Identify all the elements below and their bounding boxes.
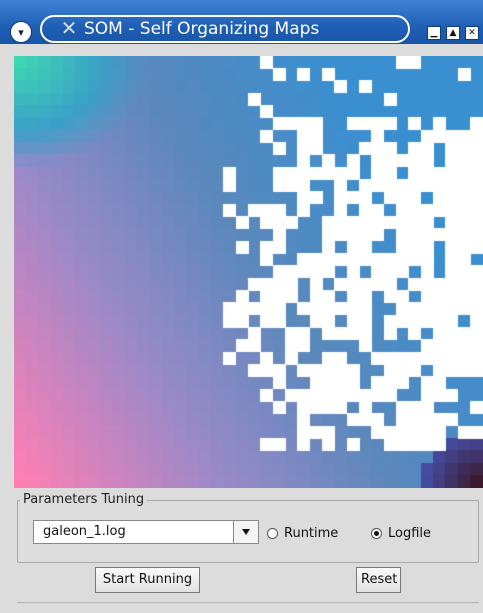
radio-runtime-indicator[interactable] [267, 527, 278, 539]
window-title: SOM - Self Organizing Maps [84, 19, 320, 39]
radio-logfile-indicator[interactable] [371, 527, 382, 539]
logfile-combo[interactable]: galeon_1.log [33, 520, 259, 544]
reset-button[interactable]: Reset [356, 567, 401, 593]
divider [17, 602, 479, 603]
radio-logfile-label: Logfile [388, 525, 432, 541]
som-map [14, 56, 483, 488]
minimize-icon[interactable]: ▁ [427, 26, 441, 40]
start-running-button[interactable]: Start Running [95, 567, 200, 593]
combo-dropdown-button[interactable] [233, 521, 258, 543]
app-x-icon: ✕ [60, 16, 78, 40]
window-menu-icon[interactable]: ▾ [10, 21, 32, 43]
title-bar[interactable]: ▾ ✕ SOM - Self Organizing Maps ▁ ▲ ✕ [0, 0, 483, 44]
radio-runtime-label: Runtime [284, 525, 339, 541]
radio-runtime[interactable]: Runtime [267, 524, 338, 542]
maximize-icon[interactable]: ▲ [446, 26, 460, 40]
logfile-combo-value: galeon_1.log [43, 524, 126, 539]
chevron-down-icon [242, 529, 250, 535]
parameters-panel: Parameters Tuning galeon_1.log Runtime L… [14, 488, 483, 613]
som-map-canvas [14, 56, 483, 488]
app-window: ▾ ✕ SOM - Self Organizing Maps ▁ ▲ ✕ Par… [0, 0, 483, 613]
group-title: Parameters Tuning [20, 492, 148, 508]
radio-logfile[interactable]: Logfile [371, 524, 431, 542]
close-icon[interactable]: ✕ [465, 26, 479, 40]
